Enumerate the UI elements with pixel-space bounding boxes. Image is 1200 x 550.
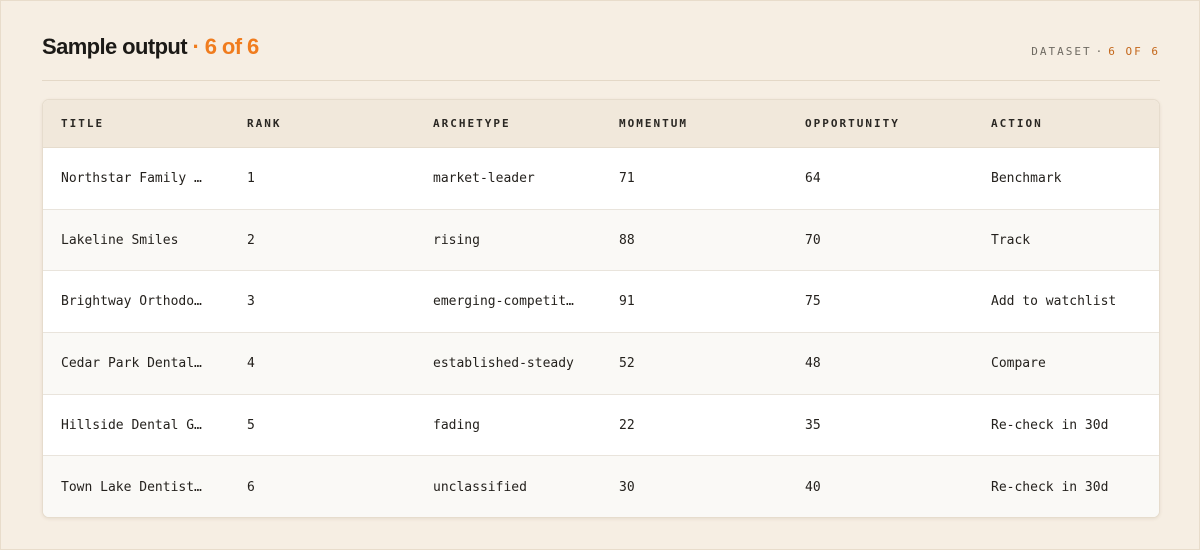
table-row: Hillside Dental G… 5 fading 22 35 Re-che… <box>43 395 1159 457</box>
cell-opportunity: 64 <box>805 170 821 186</box>
cell-action: Add to watchlist <box>991 294 1117 310</box>
dataset-separator: · <box>1095 45 1105 58</box>
cell-opportunity: 35 <box>805 417 821 433</box>
results-table: TITLE RANK ARCHETYPE MOMENTUM OPPORTUNIT… <box>42 99 1160 518</box>
result-count: 6 of 6 <box>204 34 259 59</box>
header-divider <box>42 80 1160 81</box>
cell-archetype: market-leader <box>433 170 535 186</box>
cell-action: Re-check in 30d <box>991 417 1109 433</box>
cell-momentum: 22 <box>619 417 635 433</box>
title-separator: · <box>192 34 200 59</box>
column-header-title: TITLE <box>61 117 105 130</box>
cell-momentum: 52 <box>619 355 635 371</box>
cell-momentum: 88 <box>619 232 635 248</box>
table-row: Lakeline Smiles 2 rising 88 70 Track <box>43 209 1159 272</box>
cell-rank: 5 <box>247 417 255 433</box>
cell-action: Track <box>991 232 1031 248</box>
cell-rank: 6 <box>247 479 255 495</box>
cell-title: Lakeline Smiles <box>61 232 179 248</box>
cell-opportunity: 75 <box>805 294 821 310</box>
cell-opportunity: 40 <box>805 479 821 495</box>
cell-rank: 3 <box>247 294 255 310</box>
table-row: Northstar Family … 1 market-leader 71 64… <box>43 148 1159 210</box>
cell-action: Benchmark <box>991 170 1062 186</box>
column-header-action: ACTION <box>991 117 1043 130</box>
dataset-indicator: DATASET · 6 OF 6 <box>1031 45 1160 58</box>
cell-rank: 4 <box>247 355 255 371</box>
table-row: Brightway Orthodo… 3 emerging-competit… … <box>43 271 1159 334</box>
cell-momentum: 91 <box>619 294 635 310</box>
cell-momentum: 30 <box>619 479 635 495</box>
cell-rank: 2 <box>247 232 255 248</box>
cell-archetype: emerging-competit… <box>433 294 574 310</box>
cell-action: Compare <box>991 355 1046 371</box>
column-header-opportunity: OPPORTUNITY <box>805 117 900 130</box>
cell-opportunity: 48 <box>805 355 821 371</box>
cell-title: Northstar Family … <box>61 170 202 186</box>
cell-rank: 1 <box>247 170 255 186</box>
cell-action: Re-check in 30d <box>991 479 1109 495</box>
cell-archetype: fading <box>433 417 480 433</box>
cell-opportunity: 70 <box>805 232 821 248</box>
table-row: Cedar Park Dental… 4 established-steady … <box>43 333 1159 395</box>
cell-title: Hillside Dental G… <box>61 417 202 433</box>
dataset-value: 6 OF 6 <box>1108 45 1160 58</box>
column-header-momentum: MOMENTUM <box>619 117 688 130</box>
column-header-archetype: ARCHETYPE <box>433 117 511 130</box>
cell-title: Town Lake Dentist… <box>61 479 202 495</box>
column-header-rank: RANK <box>247 117 282 130</box>
cell-archetype: unclassified <box>433 479 527 495</box>
table-header-row: TITLE RANK ARCHETYPE MOMENTUM OPPORTUNIT… <box>43 100 1159 148</box>
dataset-label: DATASET <box>1031 45 1092 58</box>
page-header: Sample output · 6 of 6 DATASET · 6 OF 6 <box>42 34 1160 64</box>
cell-archetype: established-steady <box>433 355 574 371</box>
cell-momentum: 71 <box>619 170 635 186</box>
table-row: Town Lake Dentist… 6 unclassified 30 40 … <box>43 456 1159 517</box>
page-title: Sample output · 6 of 6 <box>42 34 259 60</box>
cell-title: Cedar Park Dental… <box>61 355 202 371</box>
cell-archetype: rising <box>433 232 480 248</box>
cell-title: Brightway Orthodo… <box>61 294 202 310</box>
page-title-text: Sample output <box>42 34 188 59</box>
